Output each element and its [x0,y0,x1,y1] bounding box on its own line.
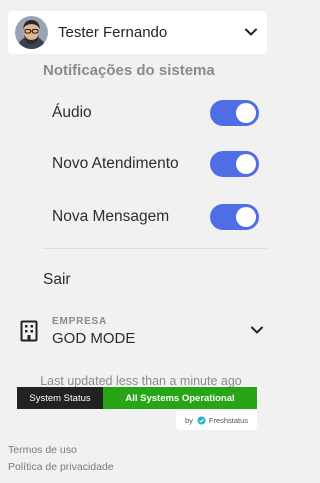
toggle-new-message[interactable] [210,204,259,230]
freshstatus-logo-icon [197,416,206,425]
company-selector[interactable]: EMPRESA GOD MODE [20,314,268,350]
company-name: GOD MODE [52,330,136,347]
user-menu-trigger[interactable]: Tester Fernando [8,11,267,54]
notification-row-new-message: Nova Mensagem [52,202,264,232]
user-avatar [15,16,48,49]
toggle-knob [236,207,256,227]
toggle-audio[interactable] [210,100,259,126]
company-label: EMPRESA [52,316,108,327]
status-updated-text: Last updated less than a minute ago [40,374,242,388]
toggle-label-audio: Áudio [52,104,92,121]
system-status-state: All Systems Operational [103,387,257,409]
notification-row-audio: Áudio [52,98,264,128]
building-icon [20,320,38,342]
logout-link[interactable]: Sair [43,271,71,289]
user-name: Tester Fernando [58,24,168,41]
chevron-down-icon[interactable] [250,323,264,337]
status-widget[interactable]: System Status All Systems Operational [17,387,257,409]
toggle-label-new-message: Nova Mensagem [52,208,170,225]
account-menu-panel: Tester Fernando Notificações do sistema … [0,0,282,483]
menu-divider [43,248,267,249]
toggle-knob [236,154,256,174]
freshstatus-badge[interactable]: by Freshstatus [176,411,257,430]
system-status-label: System Status [17,387,103,409]
freshstatus-name: Freshstatus [208,416,249,425]
toggle-label-new-ticket: Novo Atendimento [52,155,179,172]
notifications-section-title: Notificações do sistema [43,62,215,79]
toggle-knob [236,103,256,123]
by-label: by [184,416,193,425]
chevron-down-icon[interactable] [244,25,258,39]
notification-row-new-ticket: Novo Atendimento [52,149,264,179]
terms-link[interactable]: Termos de uso [8,444,77,456]
toggle-new-ticket[interactable] [210,151,259,177]
privacy-link[interactable]: Política de privacidade [8,461,114,473]
